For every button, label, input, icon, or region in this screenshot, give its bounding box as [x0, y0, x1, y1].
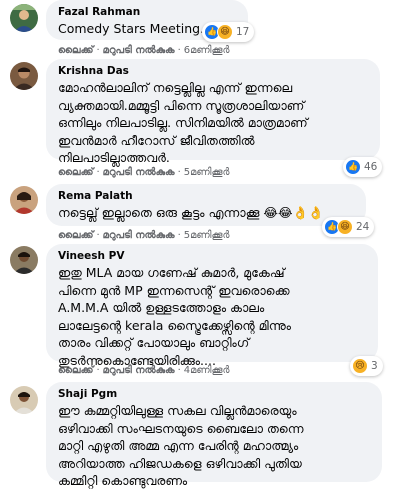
comment-text-line: വ്യക്തമായി.മമ്മൂട്ടി പിന്നെ സൂത്രശാലിയാണ… [58, 97, 305, 113]
comment-text-line: ഇവൻമാർ ഹീറോസ് ജീവിതത്തിൽ [58, 132, 255, 148]
commenter-name[interactable]: Rema Palath [58, 189, 354, 204]
comment-text-line: താരം വിക്കറ്റ് പോയാലും ബാറ്റിംഗ് [58, 335, 250, 350]
comment-text-line: ഒന്നിലും നിലപാടില്ല. സിനിമയിൽ മാത്രമാണ് [58, 115, 308, 130]
timestamp[interactable]: 4മണിക്കൂർ [184, 365, 230, 376]
avatar[interactable] [10, 386, 38, 414]
comment-bubble: Vineesh PV ഇതു MLA മായ ഗണേഷ് കുമാർ, മുകേ… [46, 244, 378, 368]
reply-link[interactable]: മറുപടി നൽകുക [103, 365, 175, 376]
like-link[interactable]: ലൈക്ക് [58, 167, 93, 178]
comment-text-line: നിലപാടില്ലാത്തവർ. [58, 150, 170, 165]
avatar[interactable] [10, 4, 38, 32]
comment-bubble: Rema Palath നട്ടെല്ല് ഇല്ലാതെ ഒരു കൂട്ടം… [46, 184, 366, 226]
commenter-name[interactable]: Krishna Das [58, 64, 368, 79]
haha-icon: 😆 [217, 24, 233, 40]
commenter-name[interactable]: Vineesh PV [58, 249, 366, 264]
sad-icon: 😢 [352, 358, 368, 374]
comment-text-line: ഈ കമ്മറ്റിയിലുള്ള സകല വില്ലൻമാരെയും [58, 403, 297, 418]
like-link[interactable]: ലൈക്ക് [58, 230, 93, 241]
comment-text-line: ഒഴിവാക്കി സംഘടനയുടെ ബൈലോ തന്നെ [58, 420, 304, 436]
reaction-summary[interactable]: 👍 😆 17 [202, 22, 255, 42]
haha-icon: 😆 [337, 219, 353, 235]
comment-text-line: നട്ടെല്ല് ഇല്ലാതെ ഒരു കൂട്ടം എന്നാക്കൂ 😂… [58, 205, 324, 220]
reaction-summary[interactable]: 👍 46 [343, 157, 383, 177]
like-link[interactable]: ലൈക്ക് [58, 365, 93, 376]
reply-link[interactable]: മറുപടി നൽകുക [103, 45, 175, 56]
timestamp[interactable]: 5മണിക്കൂർ [184, 230, 230, 241]
comment-actions: ലൈക്ക് · മറുപടി നൽകുക · 5മണിക്കൂർ [58, 167, 230, 178]
like-icon: 👍 [345, 159, 361, 175]
comment-actions: ലൈക്ക് · മറുപടി നൽകുക · 4മണിക്കൂർ [58, 365, 230, 376]
comment-bubble: Krishna Das മോഹൻലാലിന് നട്ടെല്ലില്ല എന്ന… [46, 59, 380, 165]
commenter-name[interactable]: Shaji Pgm [58, 387, 370, 402]
avatar[interactable] [10, 62, 38, 90]
avatar[interactable] [10, 246, 38, 274]
comment-bubble: Shaji Pgm ഈ കമ്മറ്റിയിലുള്ള സകല വില്ലൻമാ… [46, 382, 382, 488]
reply-link[interactable]: മറുപടി നൽകുക [103, 167, 175, 178]
timestamp[interactable]: 5മണിക്കൂർ [184, 167, 230, 178]
comment-actions: ലൈക്ക് · മറുപടി നൽകുക · 6മണിക്കൂർ [58, 45, 230, 56]
reaction-summary[interactable]: 👍 😆 24 [322, 217, 375, 237]
reaction-count: 24 [356, 221, 370, 233]
reaction-summary[interactable]: 😢 3 [350, 356, 383, 376]
like-link[interactable]: ലൈക്ക് [58, 45, 93, 56]
reply-link[interactable]: മറുപടി നൽകുക [103, 230, 175, 241]
comment-text-line: പിന്നെ മുൻ MP ഇന്നസെന്റ് ഇവരൊക്കെ [58, 282, 290, 298]
comment-text-line: ലാലേട്ടന്റെ kerala സ്ട്രൈക്കേഴ്സിന്റെ മി… [58, 317, 291, 333]
timestamp[interactable]: 6മണിക്കൂർ [184, 45, 230, 56]
avatar[interactable] [10, 186, 38, 214]
comment-text-line: ഇതു MLA മായ ഗണേഷ് കുമാർ, മുകേഷ് [58, 265, 285, 280]
comment-text-line: മോഹൻലാലിന് നട്ടെല്ലില്ല എന്ന് ഇന്നലെ [58, 80, 293, 95]
reaction-count: 3 [371, 360, 378, 372]
reaction-count: 17 [236, 26, 250, 38]
reaction-count: 46 [364, 161, 378, 173]
comment-text-line: അറിയാത്ത ഹിജഡകളെ ഒഴിവാക്കി പുതിയ [58, 455, 302, 471]
comment-text-line: A.M.M.A യിൽ ഉള്ളടത്തോളം കാലം [58, 300, 265, 315]
commenter-name[interactable]: Fazal Rahman [58, 5, 236, 20]
comment-text-line: മാറ്റി എഴുതി അമ്മ എന്ന പേരിന്റ മഹാത്മ്യം [58, 438, 299, 453]
comment-actions: ലൈക്ക് · മറുപടി നൽകുക · 5മണിക്കൂർ [58, 230, 230, 241]
comment-text-line: കമ്മിറ്റി കൊണ്ടുവരണം [58, 473, 188, 488]
